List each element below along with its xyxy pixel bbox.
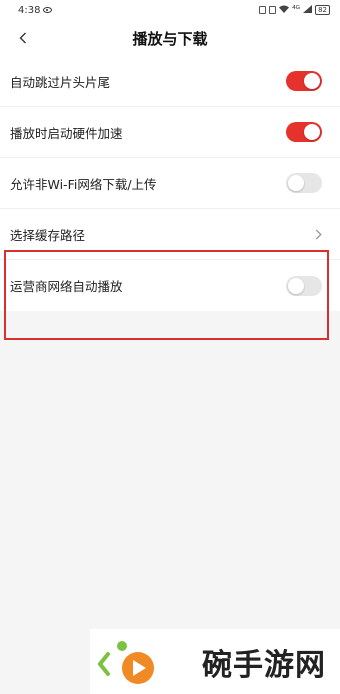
setting-label: 自动跳过片头片尾: [10, 74, 111, 90]
carrier-autoplay-toggle[interactable]: [286, 275, 322, 296]
skip-intro-toggle[interactable]: [286, 71, 322, 91]
setting-label: 播放时启动硬件加速: [10, 125, 123, 141]
toggle-knob: [304, 124, 320, 140]
setting-label: 选择缓存路径: [10, 227, 86, 243]
page-title: 播放与下载: [132, 29, 208, 48]
back-button[interactable]: [16, 29, 30, 47]
watermark-text: 碗手游网: [202, 647, 326, 683]
hardware-acceleration-toggle[interactable]: [286, 122, 322, 142]
vibrate-icon: [269, 6, 277, 14]
chevron-right-icon: [315, 229, 322, 240]
toggle-knob: [288, 277, 304, 294]
wifi-icon: [279, 5, 290, 16]
setting-row-cache-path[interactable]: 选择缓存路径: [0, 209, 340, 260]
setting-row-hardware-acceleration: 播放时启动硬件加速: [0, 107, 340, 158]
non-wifi-download-toggle[interactable]: [286, 173, 322, 193]
nav-bar: 播放与下载: [0, 20, 340, 56]
eye-icon: [43, 7, 53, 13]
status-time: 4:38: [18, 4, 41, 16]
watermark: 碗手游网: [90, 629, 340, 694]
setting-row-skip-intro: 自动跳过片头片尾: [0, 56, 340, 107]
status-bar: 4:38 ⁴ᴳ 82: [0, 0, 340, 20]
setting-label: 运营商网络自动播放: [10, 279, 123, 294]
watermark-logo: [96, 632, 156, 692]
toggle-knob: [304, 73, 320, 89]
signal-label: ⁴ᴳ: [292, 5, 301, 15]
cell-signal-icon: [303, 4, 313, 16]
status-right: ⁴ᴳ 82: [259, 4, 330, 16]
setting-label: 允许非Wi-Fi网络下载/上传: [10, 176, 157, 192]
nfc-icon: [259, 6, 267, 14]
toggle-knob: [288, 175, 304, 191]
setting-row-carrier-autoplay: 运营商网络自动播放: [0, 260, 340, 311]
chevron-left-icon: [19, 32, 26, 44]
setting-row-non-wifi-download: 允许非Wi-Fi网络下载/上传: [0, 158, 340, 209]
battery-icon: 82: [315, 5, 330, 15]
status-left: 4:38: [18, 4, 53, 16]
settings-list: 自动跳过片头片尾 播放时启动硬件加速 允许非Wi-Fi网络下载/上传 选择缓存路…: [0, 56, 340, 311]
